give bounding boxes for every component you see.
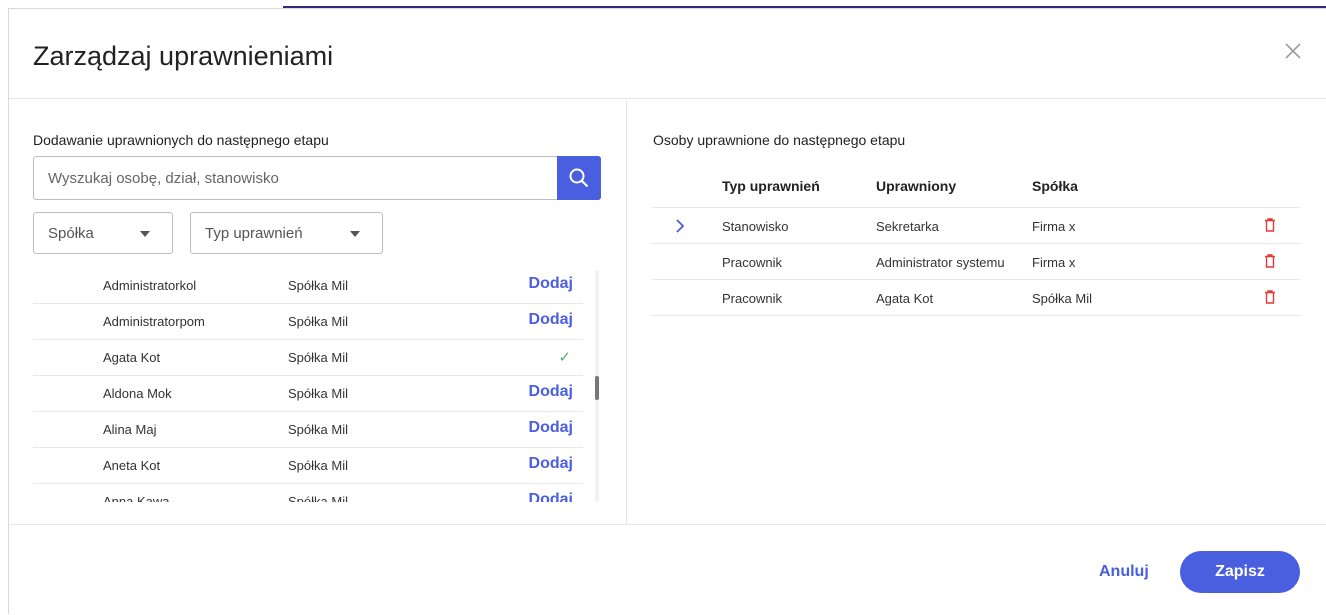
row-person: Administrator systemu [876,255,1005,270]
add-button[interactable]: Dodaj [529,455,573,473]
list-item: Administratorpom Spółka Mil Dodaj [33,304,583,340]
row-company: Firma x [1032,255,1076,270]
permission-type-filter-label: Typ uprawnień [205,224,303,242]
dialog-footer: Anuluj Zapisz [9,524,1326,615]
add-permissions-panel: Dodawanie uprawnionych do następnego eta… [9,100,627,524]
person-company: Spółka Mil [288,422,348,437]
permissions-table: Typ uprawnień Uprawniony Spółka Stanowis… [652,162,1300,316]
column-header-person: Uprawniony [876,178,957,194]
list-scrollbar-thumb[interactable] [595,376,599,400]
caret-down-icon [350,231,360,237]
trash-icon[interactable] [1264,254,1276,271]
list-item: Alina Maj Spółka Mil Dodaj [33,412,583,448]
permission-type-filter-select[interactable]: Typ uprawnień [190,212,383,254]
add-section-title: Dodawanie uprawnionych do następnego eta… [33,132,329,148]
row-person: Sekretarka [876,219,939,234]
row-company: Spółka Mil [1032,291,1092,306]
caret-down-icon [140,231,150,237]
check-icon: ✓ [558,349,571,366]
list-item: Aldona Mok Spółka Mil Dodaj [33,376,583,412]
person-company: Spółka Mil [288,494,348,502]
person-name: Anna Kawa [103,494,170,502]
save-button[interactable]: Zapisz [1180,551,1300,593]
search-icon [569,168,589,188]
table-row: Stanowisko Sekretarka Firma x [652,208,1300,244]
dialog-title: Zarządzaj uprawnieniami [33,41,334,71]
permissions-dialog: Zarządzaj uprawnieniami Dodawanie uprawn… [8,8,1326,614]
list-item: Agata Kot Spółka Mil ✓ [33,340,583,376]
person-name: Alina Maj [103,422,157,437]
row-type: Pracownik [722,255,782,270]
chevron-right-icon[interactable] [674,218,686,237]
company-filter-label: Spółka [48,224,94,242]
cancel-button[interactable]: Anuluj [1099,563,1149,581]
add-button[interactable]: Dodaj [529,491,573,502]
add-button[interactable]: Dodaj [529,311,573,329]
dialog-header: Zarządzaj uprawnieniami [9,9,1326,99]
trash-icon[interactable] [1264,218,1276,235]
table-header: Typ uprawnień Uprawniony Spółka [652,162,1300,208]
column-header-type: Typ uprawnień [722,178,820,194]
row-type: Stanowisko [722,219,789,234]
background-header-bar [283,0,1326,8]
background-app-strip [0,0,1326,8]
table-row: Pracownik Administrator systemu Firma x [652,244,1300,280]
list-item: Administratorkol Spółka Mil Dodaj [33,268,583,304]
list-item: Aneta Kot Spółka Mil Dodaj [33,448,583,484]
person-name: Administratorpom [103,314,205,329]
row-company: Firma x [1032,219,1076,234]
search-input[interactable] [34,157,558,199]
close-icon[interactable] [1281,39,1305,63]
column-header-company: Spółka [1032,178,1078,194]
row-type: Pracownik [722,291,782,306]
person-name: Aneta Kot [103,458,161,473]
granted-section-title: Osoby uprawnione do następnego etapu [653,132,906,148]
person-name: Aldona Mok [103,386,172,401]
company-filter-select[interactable]: Spółka [33,212,173,254]
granted-permissions-panel: Osoby uprawnione do następnego etapu Typ… [628,100,1326,524]
row-person: Agata Kot [876,291,934,306]
person-company: Spółka Mil [288,350,348,365]
person-name: Administratorkol [103,278,197,293]
person-name: Agata Kot [103,350,161,365]
person-company: Spółka Mil [288,386,348,401]
trash-icon[interactable] [1264,290,1276,307]
search-box [33,156,601,200]
add-button[interactable]: Dodaj [529,419,573,437]
person-company: Spółka Mil [288,458,348,473]
candidates-list: Administratorkol Spółka Mil Dodaj Admini… [33,268,583,502]
search-button[interactable] [557,156,601,200]
add-button[interactable]: Dodaj [529,275,573,293]
list-item: Anna Kawa Spółka Mil Dodaj [33,484,583,502]
add-button[interactable]: Dodaj [529,383,573,401]
table-row: Pracownik Agata Kot Spółka Mil [652,280,1300,316]
person-company: Spółka Mil [288,278,348,293]
person-company: Spółka Mil [288,314,348,329]
